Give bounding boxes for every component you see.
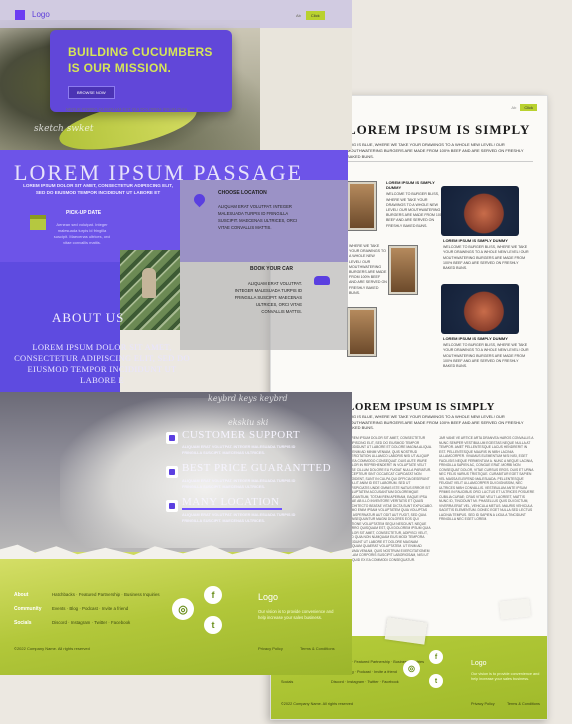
footer-links[interactable]: Discord · Instagram · Twitter · Facebook [52, 620, 130, 625]
browse-button[interactable]: BROWSE NOW [68, 86, 115, 99]
title-underline [182, 508, 282, 510]
nav-link[interactable]: Ab [296, 13, 301, 18]
about-text: LOREM IPSUM DOLOR SIT AMET, CONSECTETUR … [14, 342, 190, 385]
location-label: CHOOSE LOCATION [218, 190, 267, 196]
dog-caption: LOREM IPSUM IS SIMPLY DUMMY WELCOME TO B… [386, 180, 446, 229]
moon-caption-title: LOREM IPSUM IS SIMPLY DUMMY [443, 238, 508, 243]
dog-caption-text: WELCOME TO BURGER BLISS, WHERE WE TAKE Y… [386, 192, 446, 228]
feature-text: ALIQUAM ERAT VOLUTPAT. INTEGER MALESUADA… [182, 445, 296, 455]
terms-link[interactable]: Terms & Conditions [300, 646, 335, 651]
about-title: ABOUT US [52, 310, 125, 325]
footer-links[interactable]: Events · Blog · Podcast · Invite a frien… [52, 606, 128, 611]
privacy-link[interactable]: Privacy Policy [471, 702, 495, 706]
back-subtitle: DOG IS BLUE, WHERE WE TAKE YOUR DRAWINGS… [347, 142, 524, 159]
feature-title: CUSTOMER SUPPORT [182, 429, 301, 441]
footer-logo[interactable]: Logo [258, 592, 278, 602]
footer-label: Socials [281, 680, 294, 684]
feature-title: MANY LOCATION [182, 496, 280, 508]
copyright: ©2022 Company Name. All rights reserved [14, 646, 90, 651]
facebook-icon[interactable]: f [429, 650, 443, 664]
dog-image [348, 308, 376, 356]
top-nav: Ab Click [296, 11, 325, 20]
back-nav-link[interactable]: Ab [511, 105, 516, 110]
privacy-link[interactable]: Privacy Policy [258, 646, 283, 651]
back-title-2: LOREM IPSUM IS SIMPLY [347, 401, 495, 413]
left-caption: WHERE WE TAKE YOUR DRAWINGS TO A WHOLE N… [349, 244, 387, 295]
feature-text: ALIQUAM ERAT VOLUTPAT. INTEGER MALESUADA… [182, 513, 296, 523]
calendar-icon [30, 215, 46, 230]
logo[interactable]: Logo [32, 10, 50, 19]
moon-image [441, 186, 519, 236]
terms-link[interactable]: Terms & Conditions [507, 702, 540, 706]
feature-title: BEST PRICE GUARANTTED [182, 462, 332, 474]
text-column: LOREM IPSUM DOLOR SIT AMET, CONSECTETUR … [347, 436, 433, 562]
back-subtitle-2: DOG IS BLUE, WHERE WE TAKE YOUR DRAWINGS… [347, 414, 524, 431]
instagram-icon[interactable]: ◎ [172, 598, 194, 620]
dog-image [389, 246, 417, 294]
dog-image [348, 182, 376, 230]
footer-label: About [14, 592, 29, 598]
back-nav-cta[interactable]: Click [520, 104, 537, 111]
pickup-label: PICK-UP DATE [66, 210, 102, 216]
moon-caption-title: LOREM IPSUM IS SIMPLY DUMMY [443, 336, 508, 341]
hero-tagline: NEQUE PORRO QUISQUAM EST QUI DOLOREM IPS… [66, 107, 188, 112]
paper-scrap [499, 598, 531, 620]
hero-title: BUILDING CUCUMBERS IS OUR MISSION. [68, 45, 213, 75]
footer-label: Socials [14, 620, 32, 626]
nav-cta-button[interactable]: Click [305, 11, 325, 20]
moon-caption-text: WELCOME TO BURGER BLISS, WHERE WE TAKE Y… [443, 245, 529, 271]
location-text: ALIQUAM ERAT VOLUTPAT. INTEGER MALESUADA… [218, 204, 298, 230]
feature-text: ALIQUAM ERAT VOLUTPAT. INTEGER MALESUADA… [182, 479, 296, 489]
moon-caption: LOREM IPSUM IS SIMPLY DUMMY WELCOME TO B… [443, 336, 529, 369]
feature-icon [166, 432, 178, 444]
car-icon [314, 276, 330, 285]
main-subtitle: LOREM IPSUM DOLOR SIT AMET, CONSECTETUR … [23, 183, 173, 195]
moon-caption: LOREM IPSUM IS SIMPLY DUMMY WELCOME TO B… [443, 238, 529, 271]
twitter-icon[interactable]: t [204, 616, 222, 634]
footer-links[interactable]: Hatchbacks · Featured Partnership · Busi… [52, 592, 160, 597]
moon-caption-text: WELCOME TO BURGER BLISS, WHERE WE TAKE Y… [443, 343, 529, 369]
copyright: ©2022 Company Name. All rights reserved [281, 702, 354, 706]
feature-icon [166, 466, 178, 478]
footer-desc: Our vision is to provide convenience and… [471, 672, 540, 681]
footer-label: Community [14, 606, 42, 612]
front-page: Logo Ab Click BUILDING CUCUMBERS IS OUR … [0, 0, 352, 675]
handwriting: keybrd keys keybrd [208, 394, 288, 403]
moon-image [441, 284, 519, 334]
facebook-icon[interactable]: f [204, 586, 222, 604]
dog-caption-title: LOREM IPSUM IS SIMPLY DUMMY [386, 180, 435, 191]
divider [347, 161, 533, 162]
person-figure [142, 268, 156, 298]
hero-card: BUILDING CUCUMBERS IS OUR MISSION. BROWS… [50, 30, 232, 112]
footer-logo[interactable]: Logo [471, 660, 487, 667]
twitter-icon[interactable]: t [429, 674, 443, 688]
back-nav: Ab Click [511, 104, 537, 111]
back-title: LOREM IPSUM IS SIMPLY [347, 122, 531, 137]
car-text: ALIQUAM ERAT VOLUTPAT. INTEGER MALESUADA… [234, 281, 302, 314]
instagram-icon[interactable]: ◎ [403, 660, 420, 677]
footer-desc: Our vision is to provide convenience and… [258, 609, 334, 621]
handwriting: ekskiu ski [228, 418, 269, 427]
logo-icon[interactable] [15, 10, 25, 20]
pickup-text: Aenean sed volutpat. Integer malesuada t… [53, 222, 111, 245]
footer-links[interactable]: Discord · Instagram · Twitter · Facebook [331, 680, 399, 684]
feature-icon [166, 500, 178, 512]
text-column: JAR VANE VE ARTICE ARTA DRANVEA HAROS CO… [439, 436, 535, 521]
car-label: BOOK YOUR CAR [250, 266, 293, 272]
handwriting: sketch swket [34, 124, 94, 134]
